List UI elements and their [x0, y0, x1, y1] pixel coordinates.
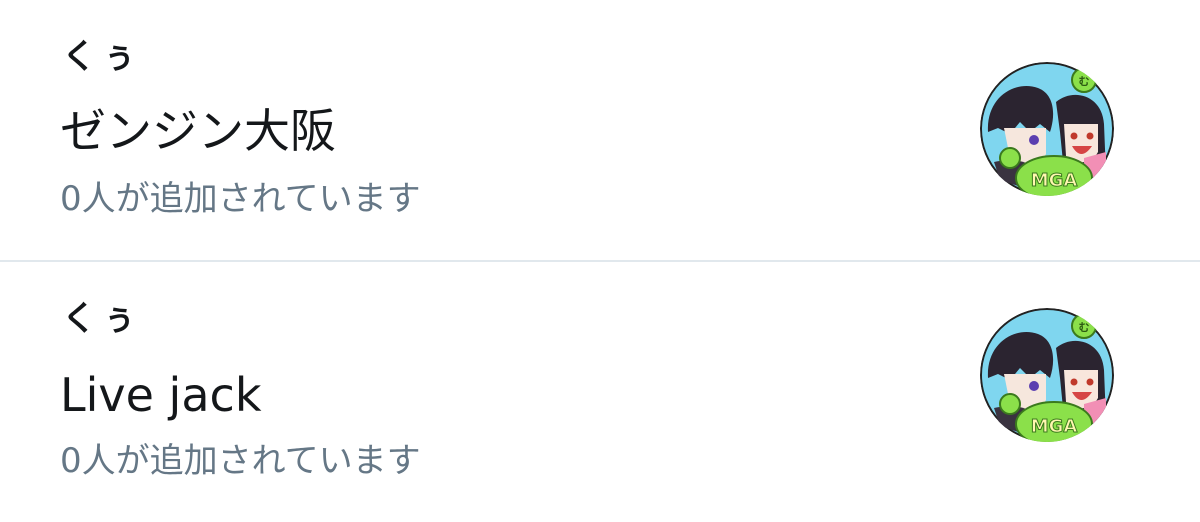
boy-eye — [1029, 381, 1039, 391]
list-item[interactable]: くぅ Live jack 0人が追加されています む MGA — [0, 262, 1200, 522]
list-member-count: 0人が追加されています — [60, 179, 421, 219]
list-avatar-image[interactable]: む MGA — [980, 308, 1114, 442]
small-apple-label: む — [1079, 75, 1090, 88]
avatar-illustration: む MGA — [980, 62, 1114, 196]
mga-badge-text: MGA — [1031, 170, 1078, 191]
list-owner-name: くぅ — [62, 37, 142, 77]
list-avatar-image[interactable]: む MGA — [980, 62, 1114, 196]
small-apple-stem — [1083, 62, 1089, 69]
held-apple-icon — [999, 147, 1021, 169]
small-apple-label: む — [1079, 321, 1090, 334]
held-apple-icon — [999, 393, 1021, 415]
list-item[interactable]: くぅ ゼンジン大阪 0人が追加されています む MGA — [0, 0, 1200, 260]
small-apple-stem — [1083, 308, 1089, 315]
list-owner-name: くぅ — [62, 299, 142, 339]
list-title[interactable]: ゼンジン大阪 — [60, 108, 336, 154]
lists-container: くぅ ゼンジン大阪 0人が追加されています む MGA くぅ Live jack… — [0, 0, 1200, 521]
girl-eye-right — [1086, 132, 1094, 140]
girl-eye-right — [1086, 378, 1094, 386]
girl-eye-left — [1070, 378, 1078, 386]
list-title[interactable]: Live jack — [60, 372, 261, 418]
mga-badge-text: MGA — [1031, 416, 1078, 437]
list-member-count: 0人が追加されています — [60, 441, 421, 481]
girl-eye-left — [1070, 132, 1078, 140]
avatar-illustration: む MGA — [980, 308, 1114, 442]
boy-eye — [1029, 135, 1039, 145]
